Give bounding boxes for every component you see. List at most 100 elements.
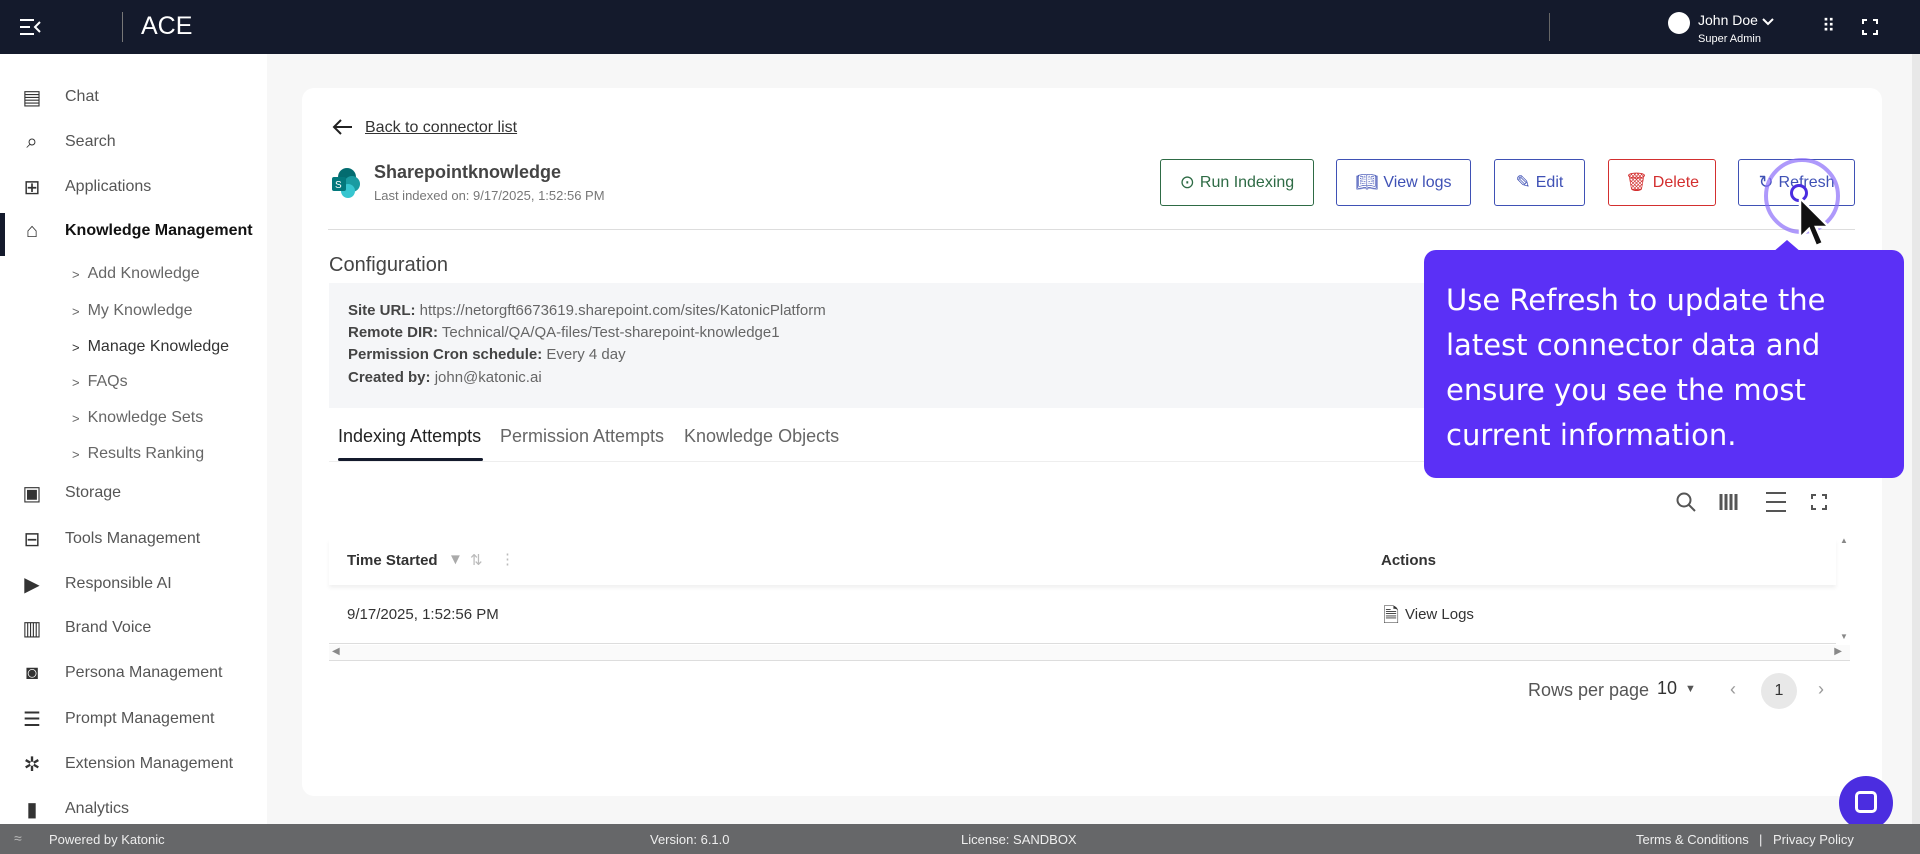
- sidebar-item-label: Applications: [65, 178, 152, 195]
- search-icon: ⌕: [26, 130, 38, 153]
- delete-button[interactable]: 🗑︎ Delete: [1608, 159, 1716, 206]
- sidebar-subitem-knowledge-sets[interactable]: > Knowledge Sets: [72, 406, 203, 430]
- refresh-tooltip: Use Refresh to update the latest connect…: [1424, 250, 1904, 478]
- sidebar-subitem-add-knowledge[interactable]: > Add Knowledge: [72, 262, 200, 286]
- sidebar-subitem-my-knowledge[interactable]: > My Knowledge: [72, 299, 193, 323]
- bar-chart-icon: ▮: [26, 798, 38, 821]
- storage-icon: ▣: [22, 482, 42, 505]
- sidebar-item-search[interactable]: ⌕ Search: [20, 127, 115, 157]
- footer-separator: |: [1759, 832, 1763, 847]
- prev-page-button[interactable]: ‹: [1730, 679, 1736, 700]
- play-circle-icon: ⊙: [1179, 172, 1195, 192]
- filter-icon[interactable]: ▼: [448, 551, 463, 568]
- sidebar-item-applications[interactable]: ⊞ Applications: [20, 172, 152, 202]
- fullscreen-icon[interactable]: [1811, 494, 1827, 510]
- chevron-right-icon: >: [72, 266, 80, 282]
- puzzle-icon: ✲: [23, 753, 41, 776]
- config-value: Technical/QA/QA-files/Test-sharepoint-kn…: [438, 324, 780, 341]
- book-icon: 📖︎: [1355, 172, 1379, 192]
- config-value: john@katonic.ai: [430, 369, 542, 386]
- chat-widget-button[interactable]: [1839, 776, 1893, 830]
- run-indexing-label: Run Indexing: [1199, 173, 1295, 191]
- tab-knowledge-objects[interactable]: Knowledge Objects: [684, 426, 839, 447]
- app-title: ACE: [141, 12, 193, 40]
- view-logs-button[interactable]: 📖︎ View logs: [1336, 159, 1471, 206]
- svg-text:S: S: [335, 180, 342, 191]
- rows-per-page-select[interactable]: 10: [1657, 678, 1677, 699]
- config-value: https://netorgft6673619.sharepoint.com/s…: [415, 302, 826, 319]
- fullscreen-icon[interactable]: [1862, 19, 1878, 35]
- sidebar-subitem-label: Results Ranking: [87, 445, 205, 462]
- prompt-icon: ☰: [23, 708, 41, 731]
- back-to-connector-list-link[interactable]: Back to connector list: [365, 119, 517, 137]
- columns-icon[interactable]: [1719, 493, 1741, 511]
- sidebar-item-label: Chat: [65, 88, 99, 105]
- chevron-right-icon: >: [72, 339, 80, 355]
- sidebar-item-prompt-management[interactable]: ☰ Prompt Management: [20, 704, 214, 734]
- table-header: Time Started ▼ ⇅ ⋮ Actions: [329, 539, 1836, 585]
- trash-icon: 🗑︎: [1624, 172, 1648, 192]
- footer: ≈ Powered by Katonic Version: 6.1.0 Lice…: [0, 824, 1920, 854]
- sidebar-item-label: Prompt Management: [65, 710, 215, 727]
- sidebar-item-storage[interactable]: ▣ Storage: [20, 478, 122, 508]
- chat-bubble-icon: [1855, 791, 1877, 813]
- caret-down-icon[interactable]: ▼: [1685, 683, 1696, 695]
- config-key: Permission Cron schedule:: [348, 346, 543, 363]
- sidebar-item-responsible-ai[interactable]: ▶ Responsible AI: [20, 569, 172, 599]
- sidebar-item-label: Extension Management: [65, 755, 234, 772]
- sidebar-item-label: Responsible AI: [65, 575, 172, 592]
- arrow-left-icon[interactable]: [332, 118, 354, 136]
- sidebar-item-persona-management[interactable]: ◙ Persona Management: [20, 658, 222, 688]
- config-row: Created by: john@katonic.ai: [348, 369, 542, 386]
- sharepoint-logo-icon: S: [332, 168, 360, 198]
- run-indexing-button[interactable]: ⊙ Run Indexing: [1160, 159, 1314, 206]
- column-menu-icon[interactable]: ⋮: [500, 550, 515, 568]
- page-1-button[interactable]: 1: [1761, 673, 1797, 709]
- user-name[interactable]: John Doe: [1698, 12, 1758, 28]
- sidebar-item-analytics[interactable]: ▮ Analytics: [20, 794, 129, 824]
- sidebar-subitem-manage-knowledge[interactable]: > Manage Knowledge: [72, 335, 229, 359]
- chevron-down-icon[interactable]: [1762, 17, 1774, 27]
- divider: [122, 12, 123, 42]
- view-logs-label: View logs: [1383, 173, 1452, 191]
- sidebar-subitem-faqs[interactable]: > FAQs: [72, 370, 128, 394]
- density-icon[interactable]: [1765, 491, 1787, 513]
- column-header-time-started[interactable]: Time Started: [347, 552, 438, 569]
- sort-icon[interactable]: ⇅: [470, 551, 483, 569]
- sidebar-subitem-label: Add Knowledge: [87, 265, 200, 282]
- sidebar-item-label: Persona Management: [65, 664, 223, 681]
- scroll-down-arrow[interactable]: ▼: [1840, 632, 1848, 641]
- search-icon[interactable]: [1675, 491, 1697, 513]
- license-text: License: SANDBOX: [961, 832, 1077, 847]
- menu-collapse-icon[interactable]: [18, 17, 42, 37]
- scroll-up-arrow[interactable]: ▲: [1840, 536, 1848, 545]
- privacy-policy-link[interactable]: Privacy Policy: [1773, 832, 1854, 847]
- document-icon[interactable]: 🗎︎: [1383, 601, 1399, 635]
- scroll-right-arrow[interactable]: ▶: [1834, 646, 1842, 657]
- version-text: Version: 6.1.0: [650, 832, 730, 847]
- sidebar-subitem-results-ranking[interactable]: > Results Ranking: [72, 442, 204, 466]
- sidebar-item-knowledge-management[interactable]: ⌂ Knowledge Management: [20, 216, 253, 246]
- tab-permission-attempts[interactable]: Permission Attempts: [500, 426, 664, 447]
- terms-link[interactable]: Terms & Conditions: [1636, 832, 1749, 847]
- divider: [1549, 13, 1550, 41]
- active-indicator: [0, 213, 5, 256]
- user-avatar-icon[interactable]: [1668, 12, 1690, 34]
- horizontal-scrollbar[interactable]: ◀ ▶: [329, 645, 1850, 661]
- chevron-right-icon: >: [72, 303, 80, 319]
- view-logs-action[interactable]: View Logs: [1405, 606, 1474, 623]
- sidebar-item-tools-management[interactable]: ⊟ Tools Management: [20, 524, 201, 554]
- edit-button[interactable]: ✎ Edit: [1494, 159, 1585, 206]
- mouse-cursor-icon: [1798, 196, 1833, 248]
- sidebar-item-extension-management[interactable]: ✲ Extension Management: [20, 749, 234, 779]
- tab-indexing-attempts[interactable]: Indexing Attempts: [338, 426, 481, 447]
- sidebar-item-brand-voice[interactable]: ▥ Brand Voice: [20, 613, 152, 643]
- apps-grid-icon[interactable]: ⠿: [1822, 17, 1835, 35]
- next-page-button[interactable]: ›: [1818, 679, 1824, 700]
- sidebar-item-chat[interactable]: ▤ Chat: [20, 82, 99, 112]
- scroll-left-arrow[interactable]: ◀: [332, 646, 340, 657]
- connector-title: Sharepointknowledge: [374, 162, 562, 182]
- configuration-heading: Configuration: [329, 254, 448, 276]
- page-scrollbar[interactable]: [1912, 54, 1920, 824]
- chat-icon: ▤: [22, 86, 42, 109]
